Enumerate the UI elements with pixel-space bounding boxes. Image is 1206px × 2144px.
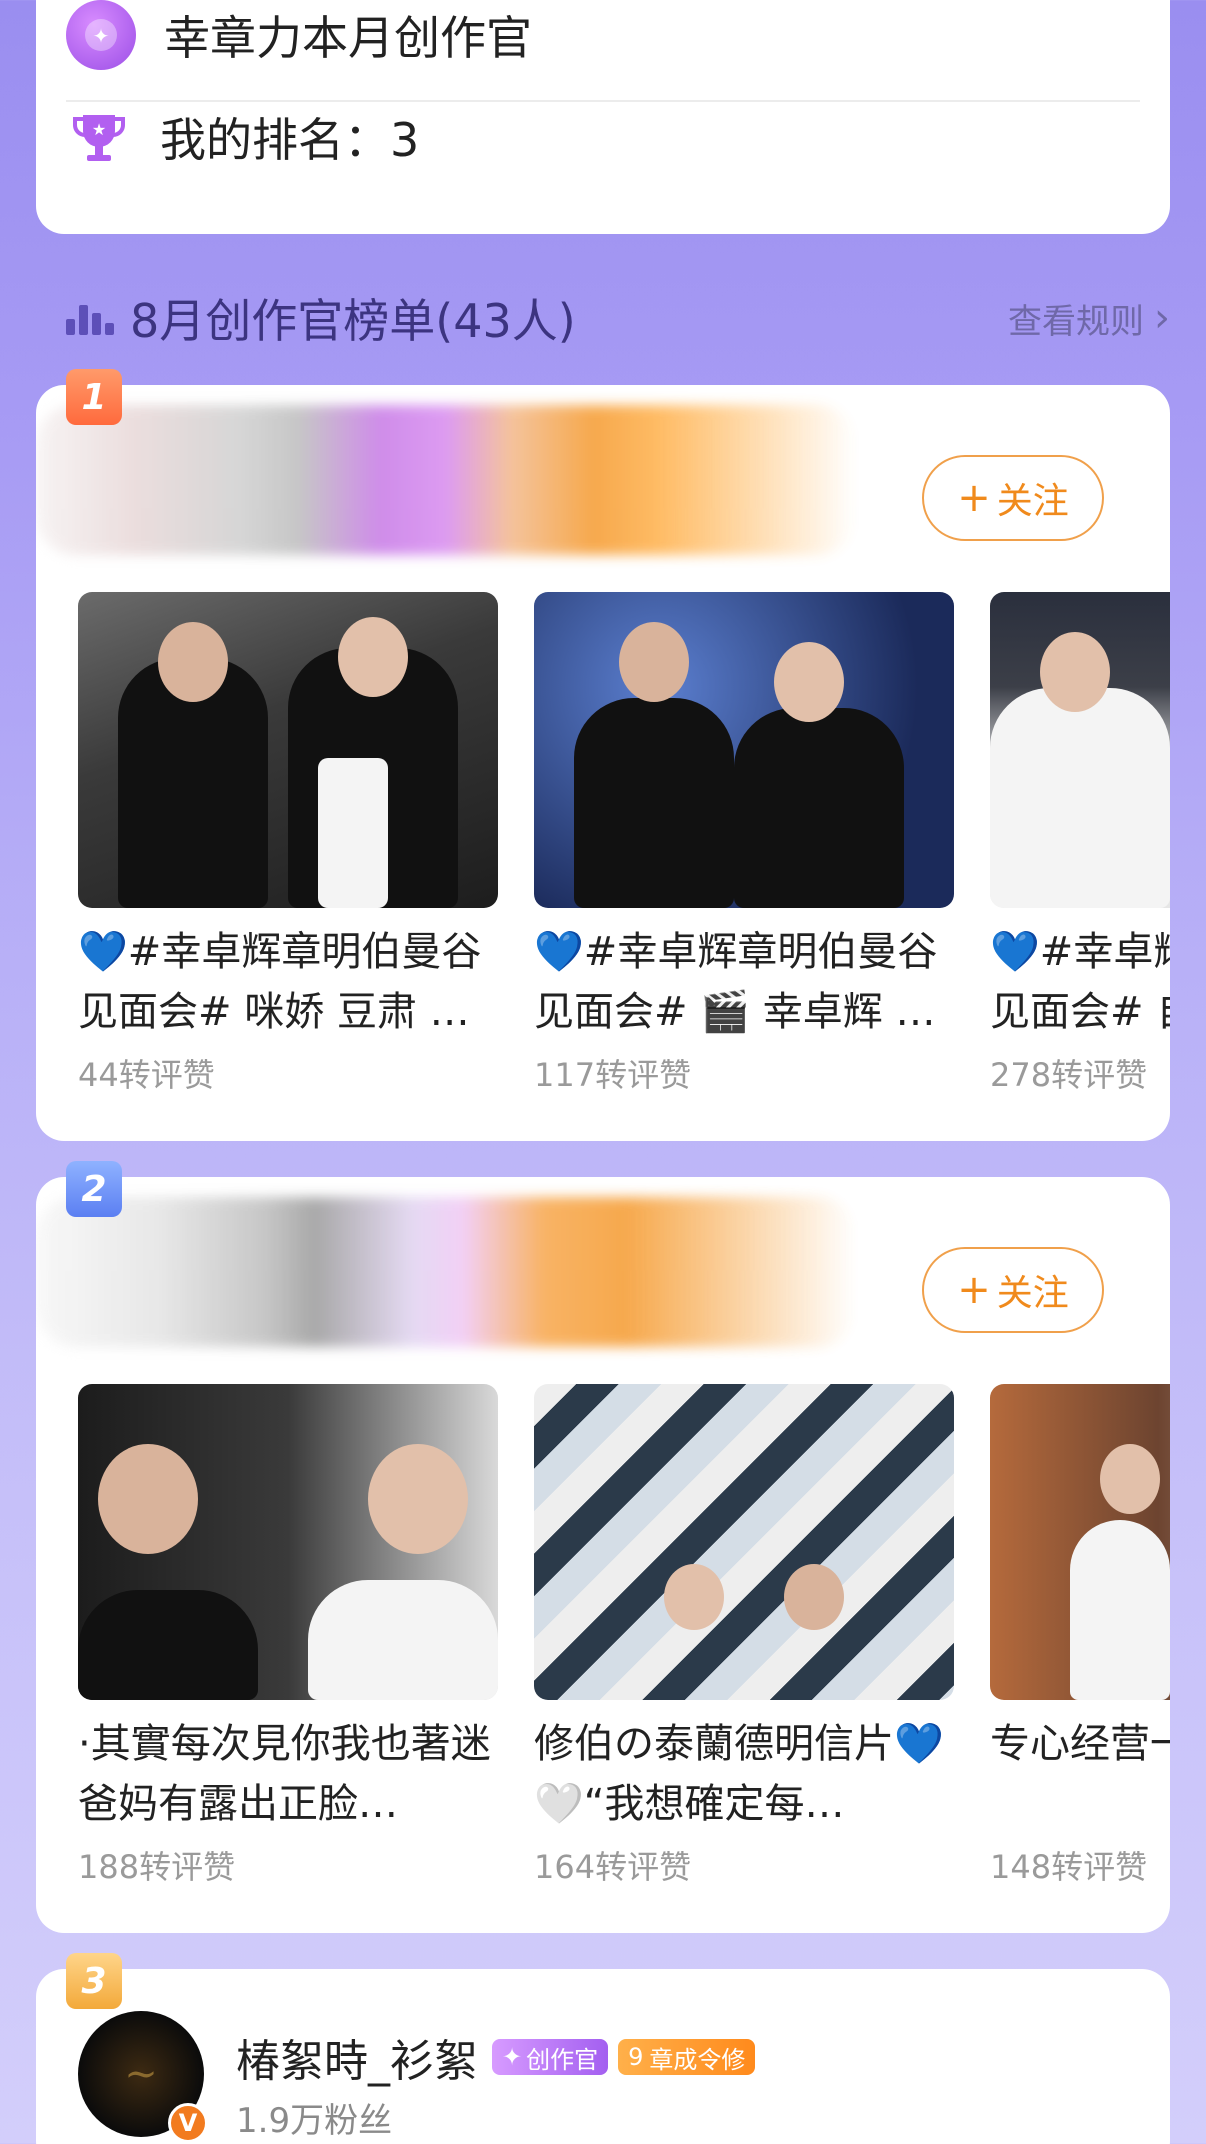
rank-badge-3: 3 <box>66 1953 122 2009</box>
post-caption: ·其實每次見你我也著迷 爸妈有露出正脸… <box>78 1721 491 1827</box>
info-card: ✦ 幸章力本月创作官 ★ 我的排名：3 <box>36 0 1170 234</box>
follow-label: 关注 <box>996 481 1069 522</box>
post-thumbnail <box>78 1384 498 1700</box>
plus-icon: + <box>957 1267 991 1313</box>
post-caption: 💙#幸卓辉章明伯曼谷见面会# 🎬 幸卓辉 … <box>534 929 938 1035</box>
rank-badge-1: 1 <box>66 369 122 425</box>
level-title: 章成令修 <box>649 2045 746 2074</box>
post-card[interactable]: 专心经营一萌生活🐽 148转评赞 <box>990 1384 1170 1888</box>
avatar[interactable]: ~ V <box>78 2011 208 2143</box>
post-card[interactable]: 修伯の泰蘭德明信片💙🤍“我想確定每… 164转评赞 <box>534 1384 954 1888</box>
post-stats: 278转评赞 <box>990 1056 1148 1094</box>
post-stats: 148转评赞 <box>990 1848 1148 1886</box>
level-number: 9 <box>628 2043 644 2071</box>
svg-text:~: ~ <box>124 2051 158 2097</box>
creator-tag: ✦ 创作官 <box>492 2039 609 2075</box>
view-rules-label: 查看规则 <box>1008 301 1144 342</box>
rank-badge-2: 2 <box>66 1161 122 1217</box>
redacted-profile <box>36 405 856 555</box>
post-card[interactable]: ·其實每次見你我也著迷 爸妈有露出正脸… 188转评赞 <box>78 1384 498 1888</box>
creator-name: 椿絮時_衫絮 <box>236 2036 478 2087</box>
creator-tag-label: 创作官 <box>526 2045 599 2074</box>
monthly-creator-title: 幸章力本月创作官 <box>164 11 532 65</box>
creator-name-row: 椿絮時_衫絮 ✦ 创作官 9 章成令修 <box>236 2025 756 2089</box>
fans-count: 1.9万粉丝 <box>236 2101 393 2141</box>
creator-card-3[interactable]: 3 ~ V 椿絮時_衫絮 ✦ 创作官 9 章成令修 1.9万粉丝 <box>36 1953 1170 2144</box>
bar-chart-icon <box>66 301 114 335</box>
post-thumbnail <box>78 592 498 908</box>
creator-card-2: 2 + 关注 ·其實每次見你我也著迷 爸妈有露出正脸… 188转评赞 修伯の泰蘭… <box>36 1161 1170 1933</box>
post-caption: 💙#幸卓辉章明伯曼谷见面会# 咪娇 豆肃 … <box>78 929 482 1035</box>
svg-text:✦: ✦ <box>93 24 110 48</box>
svg-text:★: ★ <box>92 120 106 139</box>
post-thumbnail <box>990 1384 1170 1700</box>
plus-icon: + <box>957 475 991 521</box>
level-tag: 9 章成令修 <box>618 2039 756 2075</box>
follow-label: 关注 <box>996 1273 1069 1314</box>
my-rank-text: 我的排名：3 <box>160 113 420 167</box>
post-stats: 188转评赞 <box>78 1848 236 1886</box>
creator-badge-icon: ✦ <box>66 0 136 70</box>
post-card[interactable]: 💙#幸卓辉章明伯曼谷见面会# 🎬 幸卓辉 … 117转评赞 <box>534 592 954 1096</box>
redacted-profile <box>36 1197 856 1347</box>
post-caption: 专心经营一萌生活🐽 <box>990 1721 1170 1767</box>
post-stats: 117转评赞 <box>534 1056 692 1094</box>
follow-button[interactable]: + 关注 <box>922 455 1104 541</box>
post-card[interactable]: 💙#幸卓辉章明伯曼谷见面会# 自 278转评赞 <box>990 592 1170 1096</box>
chevron-right-icon: › <box>1154 295 1170 341</box>
view-rules-link[interactable]: 查看规则 › <box>1008 294 1170 343</box>
post-caption: 💙#幸卓辉章明伯曼谷见面会# 自 <box>990 929 1170 1035</box>
post-thumbnail <box>990 592 1170 908</box>
ranking-title: 8月创作官榜单(43人) <box>130 294 576 348</box>
post-thumbnail <box>534 1384 954 1700</box>
post-stats: 44转评赞 <box>78 1056 215 1094</box>
ranking-header: 8月创作官榜单(43人) 查看规则 › <box>66 285 1170 351</box>
post-stats: 164转评赞 <box>534 1848 692 1886</box>
creator-card-1-body: + 关注 💙#幸卓辉章明伯曼谷见面会# 咪娇 豆肃 … 44转评赞 💙#幸卓辉章… <box>36 385 1170 1141</box>
creator-tag-icon: ✦ <box>502 2043 523 2071</box>
creator-card-1: 1 + 关注 💙#幸卓辉章明伯曼谷见面会# 咪娇 豆肃 … 44转评赞 💙#幸卓… <box>36 369 1170 1141</box>
post-list: 💙#幸卓辉章明伯曼谷见面会# 咪娇 豆肃 … 44转评赞 💙#幸卓辉章明伯曼谷见… <box>78 592 1170 1112</box>
post-list: ·其實每次見你我也著迷 爸妈有露出正脸… 188转评赞 修伯の泰蘭德明信片💙🤍“… <box>78 1384 1170 1904</box>
my-rank-row: ★ 我的排名：3 <box>66 102 1140 172</box>
trophy-icon: ★ <box>66 104 132 170</box>
follow-button[interactable]: + 关注 <box>922 1247 1104 1333</box>
post-caption: 修伯の泰蘭德明信片💙🤍“我想確定每… <box>534 1721 944 1827</box>
monthly-creator-row[interactable]: ✦ 幸章力本月创作官 <box>66 0 1140 70</box>
creator-card-2-body: + 关注 ·其實每次見你我也著迷 爸妈有露出正脸… 188转评赞 修伯の泰蘭德明… <box>36 1177 1170 1933</box>
verified-icon: V <box>168 2103 208 2143</box>
post-card[interactable]: 💙#幸卓辉章明伯曼谷见面会# 咪娇 豆肃 … 44转评赞 <box>78 592 498 1096</box>
post-thumbnail <box>534 592 954 908</box>
